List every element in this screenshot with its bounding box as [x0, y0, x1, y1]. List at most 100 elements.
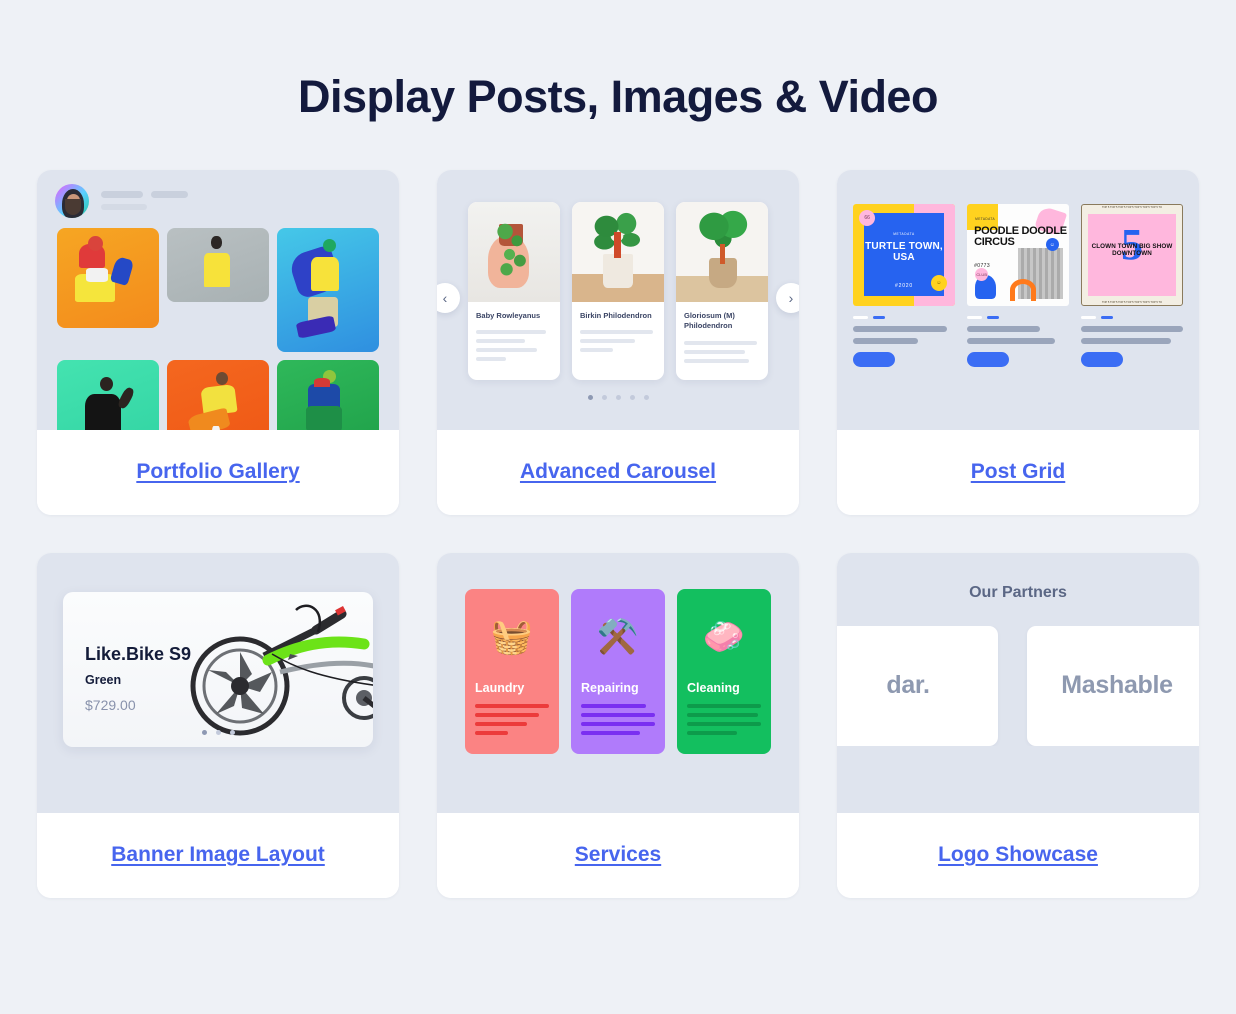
- product-variant: Green: [85, 672, 122, 687]
- carousel-slide[interactable]: Baby Rowleyanus: [468, 201, 560, 381]
- post-cta-button[interactable]: [967, 351, 1009, 367]
- service-item-repairing[interactable]: ⚒️ Repairing: [571, 588, 665, 754]
- card-services[interactable]: 🧺 Laundry ⚒️ Repairing 🧼 Cleaning Servic…: [437, 552, 799, 898]
- gallery-profile-header: [37, 170, 399, 218]
- portfolio-gallery-preview: [37, 169, 399, 430]
- gallery-tile[interactable]: [57, 227, 159, 328]
- services-list: 🧺 Laundry ⚒️ Repairing 🧼 Cleaning: [437, 588, 799, 754]
- link-banner-image-layout[interactable]: Banner Image Layout: [111, 843, 325, 867]
- post-item[interactable]: TOP 5 TOP 5 TOP 5 TOP 5 TOP 5 TOP 5 TOP …: [1081, 203, 1183, 367]
- card-footer: Services: [437, 812, 799, 898]
- poster-ticker-bottom: TOP 5 TOP 5 TOP 5 TOP 5 TOP 5 TOP 5 TOP …: [1101, 300, 1163, 304]
- poster-ticker-top: TOP 5 TOP 5 TOP 5 TOP 5 TOP 5 TOP 5 TOP …: [1101, 205, 1163, 209]
- partners-title: Our Partners: [969, 583, 1067, 601]
- card-footer: Logo Showcase: [837, 812, 1199, 898]
- link-logo-showcase[interactable]: Logo Showcase: [938, 843, 1098, 867]
- carousel-dot[interactable]: [615, 394, 621, 400]
- gallery-tile[interactable]: [277, 227, 379, 352]
- gallery-tile[interactable]: [57, 359, 159, 430]
- plant-info: Gloriosum (M) Philodendron: [676, 302, 768, 381]
- link-advanced-carousel[interactable]: Advanced Carousel: [520, 460, 716, 484]
- plant-photo: [676, 201, 768, 302]
- post-item[interactable]: METADATA POODLE DOODLE CIRCUS #0773 CLUB…: [967, 203, 1069, 367]
- smiley-badge-icon: ☺: [930, 275, 947, 292]
- plant-photo: [468, 201, 560, 302]
- card-post-grid[interactable]: METADATA TURTLE TOWN, USA #2020 66 ☺ MET…: [837, 169, 1199, 515]
- card-logo-showcase[interactable]: Our Partners dar. Mashable WI: [837, 552, 1199, 898]
- hammers-icon: ⚒️: [596, 617, 640, 656]
- service-skeleton: [581, 703, 655, 740]
- gallery-masonry: [57, 227, 379, 430]
- basket-icon: 🧺: [490, 617, 534, 656]
- post-cta-button[interactable]: [853, 351, 895, 367]
- service-item-laundry[interactable]: 🧺 Laundry: [465, 588, 559, 754]
- service-label: Cleaning: [687, 680, 740, 695]
- service-skeleton: [475, 703, 549, 740]
- banner-dots: [63, 729, 373, 735]
- services-preview: 🧺 Laundry ⚒️ Repairing 🧼 Cleaning: [437, 552, 799, 813]
- card-footer: Banner Image Layout: [37, 812, 399, 898]
- poster-eyebrow: METADATA: [893, 232, 915, 237]
- carousel-slide[interactable]: Birkin Philodendron: [572, 201, 664, 381]
- poster-eyebrow: METADATA: [975, 216, 995, 221]
- smiley-badge-icon: ☺: [1045, 238, 1059, 252]
- plant-info: Baby Rowleyanus: [468, 302, 560, 379]
- gallery-tile[interactable]: [167, 227, 269, 302]
- card-banner-image-layout[interactable]: Like.Bike S9 Green $729.00 Banner Image …: [37, 552, 399, 898]
- sticker-badge-icon: 66: [859, 209, 876, 226]
- avatar: [55, 183, 89, 218]
- plant-name: Baby Rowleyanus: [476, 310, 541, 320]
- post-cta-button[interactable]: [1081, 351, 1123, 367]
- poster-title: CLOWN TOWN BIG SHOW DOWNTOWN: [1091, 242, 1173, 258]
- plant-name: Birkin Philodendron: [580, 310, 652, 320]
- card-grid: Portfolio Gallery Baby Rowleyanus Birkin…: [37, 122, 1199, 898]
- card-advanced-carousel[interactable]: Baby Rowleyanus Birkin Philodendron Glor…: [437, 169, 799, 515]
- carousel-prev-button[interactable]: ‹: [437, 282, 460, 313]
- carousel-dot[interactable]: [629, 394, 635, 400]
- service-item-cleaning[interactable]: 🧼 Cleaning: [677, 588, 771, 754]
- card-footer: Advanced Carousel: [437, 429, 799, 515]
- link-post-grid[interactable]: Post Grid: [971, 460, 1066, 484]
- post-grid-preview: METADATA TURTLE TOWN, USA #2020 66 ☺ MET…: [837, 169, 1199, 430]
- plant-name: Gloriosum (M) Philodendron: [684, 310, 735, 331]
- service-label: Laundry: [475, 680, 525, 695]
- link-services[interactable]: Services: [575, 843, 661, 867]
- gallery-tile[interactable]: [167, 359, 269, 430]
- card-portfolio-gallery[interactable]: Portfolio Gallery: [37, 169, 399, 515]
- advanced-carousel-preview: Baby Rowleyanus Birkin Philodendron Glor…: [437, 169, 799, 430]
- card-footer: Portfolio Gallery: [37, 429, 399, 515]
- product-banner[interactable]: Like.Bike S9 Green $729.00: [63, 591, 373, 747]
- calendar-logo: dar.: [886, 671, 930, 699]
- carousel-dot[interactable]: [601, 394, 607, 400]
- poster-image: METADATA TURTLE TOWN, USA #2020 66 ☺: [853, 203, 955, 306]
- gallery-tile[interactable]: [277, 359, 379, 430]
- banner-dot[interactable]: [215, 729, 221, 735]
- link-portfolio-gallery[interactable]: Portfolio Gallery: [136, 460, 299, 484]
- product-price: $729.00: [85, 696, 136, 713]
- post-item[interactable]: METADATA TURTLE TOWN, USA #2020 66 ☺: [853, 203, 955, 367]
- carousel-slide[interactable]: Gloriosum (M) Philodendron: [676, 201, 768, 381]
- plant-info: Birkin Philodendron: [572, 302, 664, 370]
- page-title: Display Posts, Images & Video: [298, 71, 938, 122]
- logo-item-mashable[interactable]: Mashable: [1027, 625, 1199, 746]
- product-title: Like.Bike S9: [85, 643, 192, 664]
- carousel-dot[interactable]: [587, 394, 593, 400]
- profile-skeleton-lines: [101, 191, 188, 210]
- logo-item-calendar[interactable]: dar.: [837, 625, 998, 746]
- carousel-dots: [437, 394, 799, 400]
- carousel-next-button[interactable]: ›: [776, 282, 799, 313]
- soap-icon: 🧼: [702, 617, 746, 656]
- banner-dot[interactable]: [229, 729, 235, 735]
- card-footer: Post Grid: [837, 429, 1199, 515]
- service-label: Repairing: [581, 680, 639, 695]
- bicycle-image: [190, 604, 373, 735]
- banner-dot[interactable]: [201, 729, 207, 735]
- poster-image: METADATA POODLE DOODLE CIRCUS #0773 CLUB…: [967, 203, 1069, 306]
- chevron-left-icon: ‹: [442, 289, 448, 306]
- product-info: Like.Bike S9 Green $729.00: [85, 644, 191, 713]
- logo-carousel: dar. Mashable WI: [837, 625, 1199, 746]
- carousel-dot[interactable]: [643, 394, 649, 400]
- mashable-logo: Mashable: [1061, 671, 1173, 699]
- chevron-right-icon: ›: [788, 289, 794, 306]
- poster-title: TURTLE TOWN, USA: [865, 241, 943, 264]
